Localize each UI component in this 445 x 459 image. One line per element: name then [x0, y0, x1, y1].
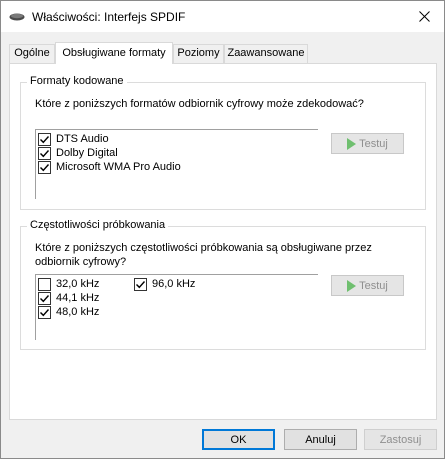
properties-window: Właściwości: Interfejs SPDIF Ogólne Obsł… — [0, 0, 445, 459]
tab-levels[interactable]: Poziomy — [173, 44, 224, 63]
question-line: Które z poniższych częstotliwości próbko… — [35, 242, 372, 254]
tab-supported-formats[interactable]: Obsługiwane formaty — [55, 42, 173, 64]
item-label: 96,0 kHz — [152, 278, 196, 290]
close-icon — [418, 11, 430, 22]
checkbox[interactable] — [38, 160, 51, 174]
list-item[interactable]: 32,0 kHz — [38, 277, 99, 291]
list-item[interactable]: 48,0 kHz — [38, 305, 99, 319]
ok-button[interactable]: OK — [202, 429, 275, 450]
button-label: Anuluj — [305, 433, 336, 446]
checkmark-icon — [40, 149, 50, 157]
apply-button[interactable]: Zastosuj — [364, 429, 437, 450]
group-title: Częstotliwości próbkowania — [27, 219, 169, 231]
list-item[interactable]: Microsoft WMA Pro Audio — [38, 160, 181, 174]
button-label: OK — [230, 433, 247, 446]
encoded-formats-question: Które z poniższych formatów odbiornik cy… — [35, 98, 364, 110]
checkmark-icon — [40, 135, 50, 143]
play-icon — [347, 137, 357, 150]
checkmark-icon — [40, 308, 50, 316]
title-bar[interactable]: Właściwości: Interfejs SPDIF — [1, 1, 444, 32]
button-label: Testuj — [359, 137, 388, 150]
close-button[interactable] — [404, 1, 444, 32]
list-item[interactable]: Dolby Digital — [38, 146, 118, 160]
tab-label: Poziomy — [177, 47, 220, 59]
tab-panel: Formaty kodowane Które z poniższych form… — [9, 63, 437, 420]
sample-rates-question: Które z poniższych częstotliwości próbko… — [35, 241, 372, 269]
speaker-device-icon — [9, 13, 25, 21]
checkmark-icon — [136, 280, 146, 288]
item-label: Microsoft WMA Pro Audio — [56, 161, 181, 173]
tab-advanced[interactable]: Zaawansowane — [224, 44, 308, 63]
group-title: Formaty kodowane — [27, 75, 127, 87]
checkbox[interactable] — [38, 291, 51, 305]
checkbox[interactable] — [38, 146, 51, 160]
button-label: Testuj — [359, 279, 388, 292]
list-item[interactable]: DTS Audio — [38, 132, 109, 146]
encoded-formats-group: Formaty kodowane Które z poniższych form… — [20, 75, 426, 210]
button-label: Zastosuj — [379, 433, 422, 446]
test-sample-rates-button[interactable]: Testuj — [331, 275, 404, 296]
item-label: 32,0 kHz — [56, 278, 100, 290]
tab-label: Obsługiwane formaty — [62, 47, 166, 59]
sample-rates-group: Częstotliwości próbkowania Które z poniż… — [20, 219, 426, 350]
checkbox[interactable] — [134, 277, 147, 291]
item-label: DTS Audio — [56, 133, 109, 145]
formats-list[interactable]: DTS Audio Dolby Digital Microsoft WMA Pr… — [35, 129, 318, 199]
list-item[interactable]: 44,1 kHz — [38, 291, 99, 305]
window-title: Właściwości: Interfejs SPDIF — [32, 10, 186, 24]
sample-rates-list[interactable]: 32,0 kHz 44,1 kHz 48,0 kHz 96,0 kHz — [35, 274, 318, 340]
list-item[interactable]: 96,0 kHz — [134, 277, 195, 291]
tab-general[interactable]: Ogólne — [9, 44, 55, 63]
checkbox[interactable] — [38, 305, 51, 319]
checkmark-icon — [40, 294, 50, 302]
item-label: Dolby Digital — [56, 147, 118, 159]
item-label: 48,0 kHz — [56, 306, 100, 318]
item-label: 44,1 kHz — [56, 292, 100, 304]
checkbox[interactable] — [38, 277, 51, 291]
checkmark-icon — [40, 163, 50, 171]
test-formats-button[interactable]: Testuj — [331, 133, 404, 154]
play-icon — [347, 279, 357, 292]
cancel-button[interactable]: Anuluj — [284, 429, 357, 450]
tab-label: Ogólne — [14, 47, 50, 59]
checkbox[interactable] — [38, 132, 51, 146]
tab-label: Zaawansowane — [227, 47, 305, 59]
question-line: odbiornik cyfrowy? — [35, 256, 127, 268]
